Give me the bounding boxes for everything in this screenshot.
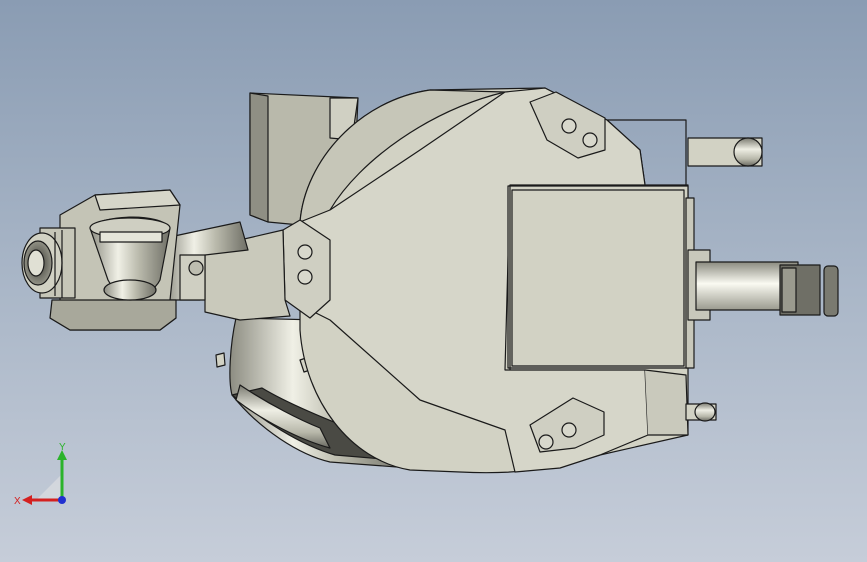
upper-pin bbox=[687, 137, 763, 167]
x-axis-label: X bbox=[14, 496, 21, 507]
x-axis-arrow bbox=[22, 495, 32, 505]
coordinate-triad: Y X bbox=[14, 442, 67, 507]
cad-viewport[interactable]: Y X bbox=[0, 0, 867, 562]
y-axis-label: Y bbox=[59, 442, 66, 453]
main-body bbox=[284, 87, 695, 474]
right-shaft bbox=[687, 249, 839, 321]
z-axis-dot bbox=[58, 496, 66, 504]
triad-base bbox=[36, 474, 62, 500]
wrist-head bbox=[21, 189, 181, 331]
robot-arm-model[interactable] bbox=[0, 0, 867, 562]
lower-pin bbox=[685, 402, 717, 422]
